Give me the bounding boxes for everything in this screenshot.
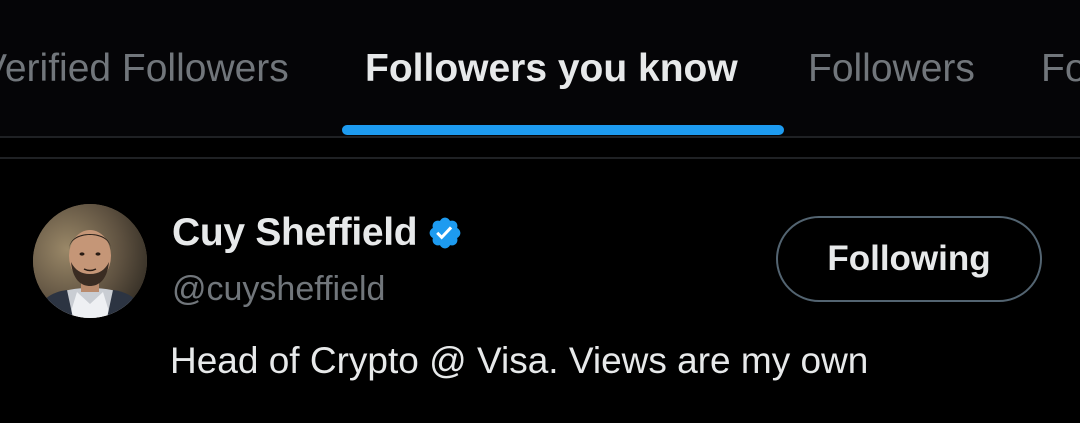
tab-bar-divider [0, 136, 1080, 138]
following-button[interactable]: Following [776, 216, 1042, 302]
verified-badge-icon[interactable] [427, 215, 463, 251]
user-handle[interactable]: @cuysheffield [172, 270, 385, 309]
user-bio: Head of Crypto @ Visa. Views are my own [170, 340, 869, 381]
name-line: Cuy Sheffield [172, 208, 463, 258]
tab-followers[interactable]: Followers [808, 44, 975, 94]
display-name[interactable]: Cuy Sheffield [172, 211, 418, 255]
avatar-photo [33, 204, 147, 318]
active-tab-indicator [342, 125, 784, 135]
tab-bar: Verified Followers Followers you know Fo… [0, 0, 1080, 136]
tab-followers-you-know[interactable]: Followers you know [365, 44, 738, 94]
user-cell[interactable]: Cuy Sheffield @cuysheffield Head of Cryp… [0, 160, 1080, 423]
tab-verified-followers[interactable]: Verified Followers [0, 44, 289, 94]
tab-following[interactable]: Following [1041, 44, 1080, 94]
avatar[interactable] [33, 204, 147, 318]
section-divider [0, 157, 1080, 159]
